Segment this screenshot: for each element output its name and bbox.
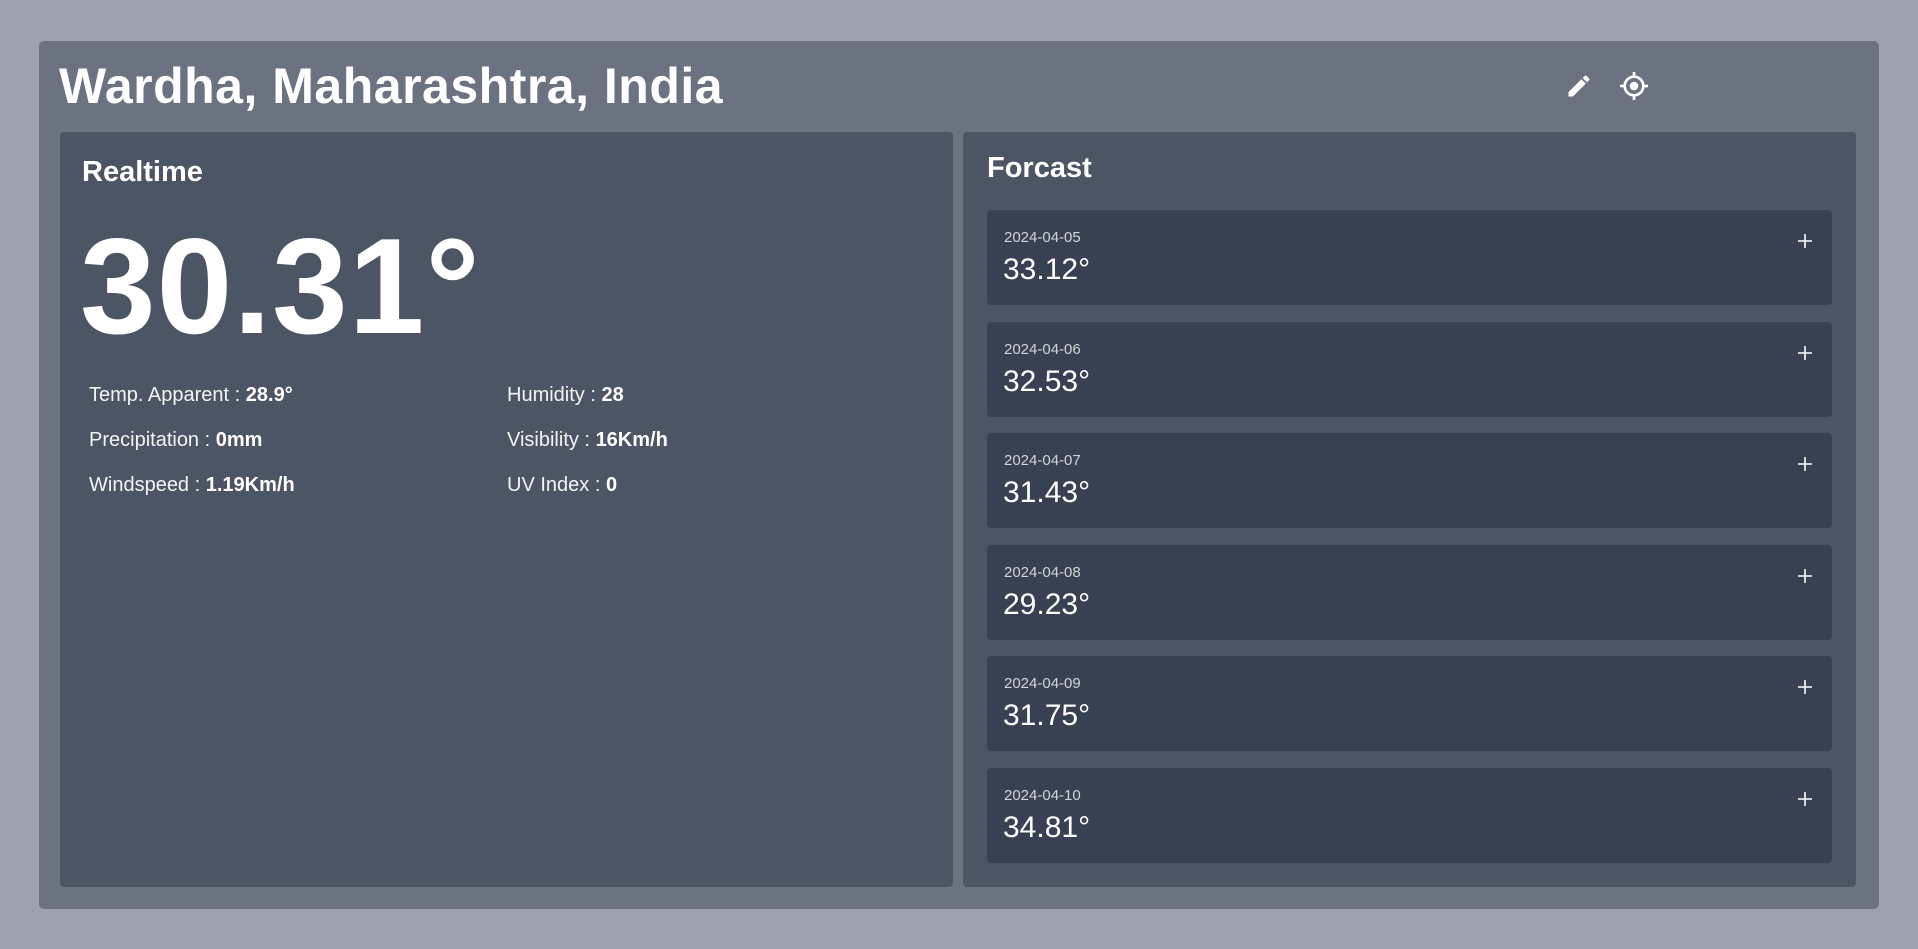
forecast-temperature: 31.75°: [1003, 699, 1091, 732]
expand-button[interactable]: [1794, 676, 1816, 698]
forecast-panel: Forcast 2024-04-05 33.12° 2024-04-06 32.…: [963, 132, 1856, 887]
expand-button[interactable]: [1794, 453, 1816, 475]
forecast-temperature: 29.23°: [1003, 587, 1091, 621]
plus-icon: [1798, 791, 1812, 806]
stat-value: 16Km/h: [595, 429, 668, 451]
forecast-list: 2024-04-05 33.12° 2024-04-06 32.53° 2024…: [987, 210, 1832, 879]
forecast-temperature: 32.53°: [1003, 364, 1091, 398]
stat-windspeed: Windspeed : 1.19Km/h: [89, 474, 507, 496]
stat-label: Windspeed :: [89, 474, 201, 496]
current-location-button[interactable]: [1617, 69, 1651, 103]
stat-label: Precipitation :: [89, 429, 211, 451]
forecast-day-card[interactable]: 2024-04-07 31.43°: [987, 433, 1832, 528]
pencil-icon: [1568, 75, 1590, 97]
stat-label: Temp. Apparent :: [89, 384, 241, 406]
forecast-temperature: 31.43°: [1003, 476, 1091, 509]
expand-button[interactable]: [1794, 565, 1816, 587]
stat-value: 28.9°: [245, 384, 293, 406]
forecast-date: 2024-04-08: [1004, 563, 1081, 581]
plus-icon: [1798, 568, 1812, 583]
stat-label: UV Index :: [507, 474, 601, 496]
forecast-date: 2024-04-06: [1004, 340, 1081, 358]
forecast-temperature: 33.12°: [1003, 253, 1091, 286]
plus-icon: [1798, 234, 1812, 248]
forecast-day-card[interactable]: 2024-04-06 32.53°: [987, 321, 1832, 417]
location-title: Wardha, Maharashtra, India: [59, 58, 724, 114]
crosshair-icon: [1620, 72, 1648, 100]
forecast-title: Forcast: [987, 152, 1092, 184]
weather-stats: Temp. Apparent : 28.9° Humidity : 28 Pre…: [89, 384, 689, 496]
expand-button[interactable]: [1794, 788, 1816, 810]
forecast-date: 2024-04-07: [1004, 452, 1081, 469]
realtime-panel: Realtime 30.31° Temp. Apparent : 28.9° H…: [60, 132, 953, 887]
current-temperature: 30.31°: [80, 210, 481, 362]
stat-value: 0mm: [215, 429, 263, 451]
plus-icon: [1798, 457, 1812, 471]
stat-label: Humidity :: [507, 384, 596, 406]
forecast-date: 2024-04-05: [1004, 229, 1081, 246]
expand-button[interactable]: [1794, 342, 1816, 364]
stat-value: 1.19Km/h: [205, 474, 295, 496]
stat-value: 0: [605, 474, 618, 496]
stat-precipitation: Precipitation : 0mm: [89, 429, 507, 451]
forecast-day-card[interactable]: 2024-04-08 29.23°: [987, 544, 1832, 640]
forecast-temperature: 34.81°: [1003, 810, 1091, 844]
stat-label: Visibility :: [507, 429, 590, 451]
stat-humidity: Humidity : 28: [507, 384, 689, 406]
forecast-date: 2024-04-10: [1004, 786, 1081, 804]
weather-app: Wardha, Maharashtra, India Realtime 30.3…: [39, 41, 1879, 909]
plus-icon: [1798, 345, 1812, 360]
expand-button[interactable]: [1794, 230, 1816, 252]
forecast-date: 2024-04-09: [1004, 675, 1081, 692]
edit-location-button[interactable]: [1562, 69, 1596, 103]
stat-value: 28: [601, 384, 624, 406]
stat-visibility: Visibility : 16Km/h: [507, 429, 689, 451]
stat-uv-index: UV Index : 0: [507, 474, 689, 496]
realtime-title: Realtime: [82, 156, 203, 188]
forecast-day-card[interactable]: 2024-04-05 33.12°: [987, 210, 1832, 305]
plus-icon: [1798, 680, 1812, 694]
forecast-day-card[interactable]: 2024-04-10 34.81°: [987, 767, 1832, 863]
stat-apparent-temp: Temp. Apparent : 28.9°: [89, 384, 507, 406]
forecast-day-card[interactable]: 2024-04-09 31.75°: [987, 656, 1832, 751]
